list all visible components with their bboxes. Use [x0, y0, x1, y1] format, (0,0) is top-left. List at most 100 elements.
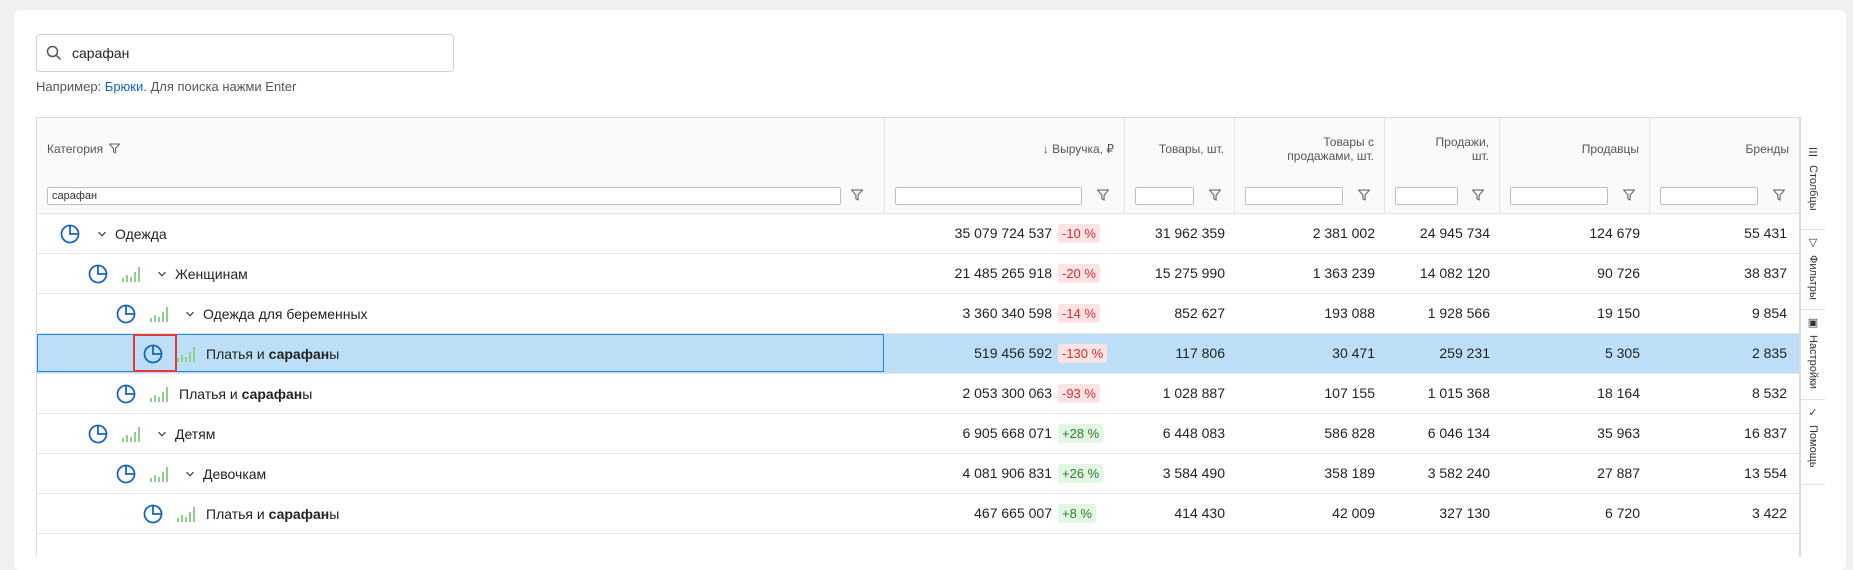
pie-chart-icon[interactable]	[87, 423, 109, 445]
category-name[interactable]: Девочкам	[203, 466, 266, 482]
filter-icon: ▽	[1808, 237, 1818, 249]
revenue-cell: 3 360 340 598	[962, 305, 1052, 321]
pie-chart-icon[interactable]	[59, 223, 81, 245]
funnel-icon[interactable]	[1773, 189, 1785, 201]
goods-cell: 6 448 083	[1162, 425, 1225, 441]
filter-category-input[interactable]	[47, 187, 841, 205]
category-name[interactable]: Платья и сарафаны	[179, 386, 312, 402]
table-row[interactable]: Детям 6 905 668 071 +28 % 6 448 083 586 828 6…	[37, 414, 1799, 454]
funnel-icon[interactable]	[1623, 189, 1635, 201]
table-row[interactable]: Платья и сарафаны 519 456 592 -130 % 117 80…	[37, 334, 1799, 374]
goods-with-sales-cell: 30 471	[1332, 345, 1375, 361]
category-name[interactable]: Платья и сарафаны	[206, 346, 339, 362]
funnel-icon[interactable]	[1358, 189, 1370, 201]
revenue-cell: 2 053 300 063	[962, 385, 1052, 401]
header-category-label: Категория	[47, 141, 104, 156]
table-row[interactable]: Платья и сарафаны 2 053 300 063 -93 % 1 028…	[37, 374, 1799, 414]
table-row[interactable]: Одежда 35 079 724 537 -10 % 31 962 359 2 381…	[37, 214, 1799, 254]
filter-brands-input[interactable]	[1660, 187, 1758, 205]
revenue-change-badge: -10 %	[1058, 224, 1100, 243]
category-name[interactable]: Одежда для беременных	[203, 306, 368, 322]
side-tab-filters[interactable]: ▽ Фильтры	[1801, 230, 1825, 310]
settings-icon: ▣	[1807, 317, 1819, 329]
goods-with-sales-cell: 107 155	[1324, 385, 1375, 401]
hint-suffix: . Для поиска нажми Enter	[143, 79, 297, 94]
pie-chart-icon[interactable]	[142, 503, 164, 525]
table-row[interactable]: Платья и сарафаны 467 665 007 +8 % 414 430 4…	[37, 494, 1799, 534]
brands-cell: 3 422	[1751, 505, 1787, 521]
sellers-cell: 6 720	[1604, 505, 1640, 521]
header-sales[interactable]: Продажи, шт.	[1385, 118, 1500, 179]
sellers-cell: 35 963	[1597, 425, 1640, 441]
filter-row	[37, 179, 1799, 214]
pie-chart-icon[interactable]	[142, 343, 164, 365]
goods-cell: 15 275 990	[1154, 265, 1225, 281]
side-panel: ☰ Столбцы ▽ Фильтры ▣ Настройки ✓ Помощь	[1800, 117, 1825, 557]
category-name[interactable]: Одежда	[115, 226, 167, 242]
revenue-cell: 519 456 592	[974, 345, 1052, 361]
brands-cell: 13 554	[1744, 465, 1787, 481]
hint-example-link[interactable]: Брюки	[105, 79, 143, 94]
sales-cell: 1 928 566	[1427, 305, 1490, 321]
bar-chart-icon[interactable]	[149, 465, 171, 483]
side-tab-help-label: Помощь	[1807, 425, 1819, 468]
side-tab-columns-label: Столбцы	[1807, 165, 1819, 211]
search-box[interactable]	[36, 34, 454, 72]
funnel-icon[interactable]	[1209, 189, 1221, 201]
category-name[interactable]: Детям	[175, 426, 215, 442]
side-tab-settings[interactable]: ▣ Настройки	[1801, 310, 1825, 400]
revenue-cell: 4 081 906 831	[962, 465, 1052, 481]
bar-chart-icon[interactable]	[121, 425, 143, 443]
pie-chart-icon[interactable]	[87, 263, 109, 285]
filter-cell-revenue	[885, 179, 1125, 213]
funnel-icon[interactable]	[1097, 189, 1109, 201]
filter-goods-with-sales-input[interactable]	[1245, 187, 1343, 205]
category-name[interactable]: Платья и сарафаны	[206, 506, 339, 522]
pie-chart-icon[interactable]	[115, 303, 137, 325]
funnel-icon[interactable]	[1472, 189, 1484, 201]
goods-with-sales-cell: 358 189	[1324, 465, 1375, 481]
chevron-down-icon[interactable]	[97, 229, 107, 239]
goods-with-sales-cell: 586 828	[1324, 425, 1375, 441]
category-cell: Платья и сарафаны	[142, 494, 339, 533]
chevron-down-icon[interactable]	[185, 309, 195, 319]
filter-sales-input[interactable]	[1395, 187, 1458, 205]
chevron-down-icon[interactable]	[157, 429, 167, 439]
category-name[interactable]: Женщинам	[175, 266, 248, 282]
bar-chart-icon[interactable]	[149, 305, 171, 323]
search-input[interactable]	[70, 44, 434, 62]
funnel-icon[interactable]	[109, 143, 121, 154]
chevron-down-icon[interactable]	[157, 269, 167, 279]
table-row[interactable]: Девочкам 4 081 906 831 +26 % 3 584 490 358 1…	[37, 454, 1799, 494]
filter-revenue-input[interactable]	[895, 187, 1082, 205]
sellers-cell: 19 150	[1597, 305, 1640, 321]
help-icon: ✓	[1808, 407, 1818, 419]
side-tab-help[interactable]: ✓ Помощь	[1801, 400, 1825, 485]
header-brands[interactable]: Бренды	[1650, 118, 1799, 179]
header-sellers[interactable]: Продавцы	[1500, 118, 1650, 179]
side-tab-columns[interactable]: ☰ Столбцы	[1801, 140, 1825, 230]
table-row[interactable]: Одежда для беременных 3 360 340 598 -14 % 8…	[37, 294, 1799, 334]
pie-chart-icon[interactable]	[115, 463, 137, 485]
chevron-down-icon[interactable]	[185, 469, 195, 479]
columns-icon: ☰	[1808, 147, 1818, 159]
header-revenue[interactable]: ↓ Выручка, ₽	[885, 118, 1125, 179]
header-goods[interactable]: Товары, шт.	[1125, 118, 1235, 179]
bar-chart-icon[interactable]	[149, 385, 171, 403]
filter-goods-input[interactable]	[1135, 187, 1194, 205]
goods-cell: 117 806	[1175, 345, 1225, 361]
bar-chart-icon[interactable]	[176, 345, 198, 363]
table-row[interactable]: Женщинам 21 485 265 918 -20 % 15 275 990 1 3…	[37, 254, 1799, 294]
filter-sellers-input[interactable]	[1510, 187, 1608, 205]
header-category[interactable]: Категория	[37, 118, 885, 179]
header-goods-with-sales[interactable]: Товары с продажами, шт.	[1235, 118, 1385, 179]
header-sellers-label: Продавцы	[1581, 141, 1639, 156]
goods-cell: 31 962 359	[1154, 225, 1225, 241]
search-icon	[46, 45, 62, 61]
funnel-icon[interactable]	[851, 189, 863, 201]
pie-chart-icon[interactable]	[115, 383, 137, 405]
filter-cell-goods	[1125, 179, 1235, 213]
bar-chart-icon[interactable]	[121, 265, 143, 283]
bar-chart-icon[interactable]	[176, 505, 198, 523]
revenue-cell: 467 665 007	[974, 505, 1052, 521]
